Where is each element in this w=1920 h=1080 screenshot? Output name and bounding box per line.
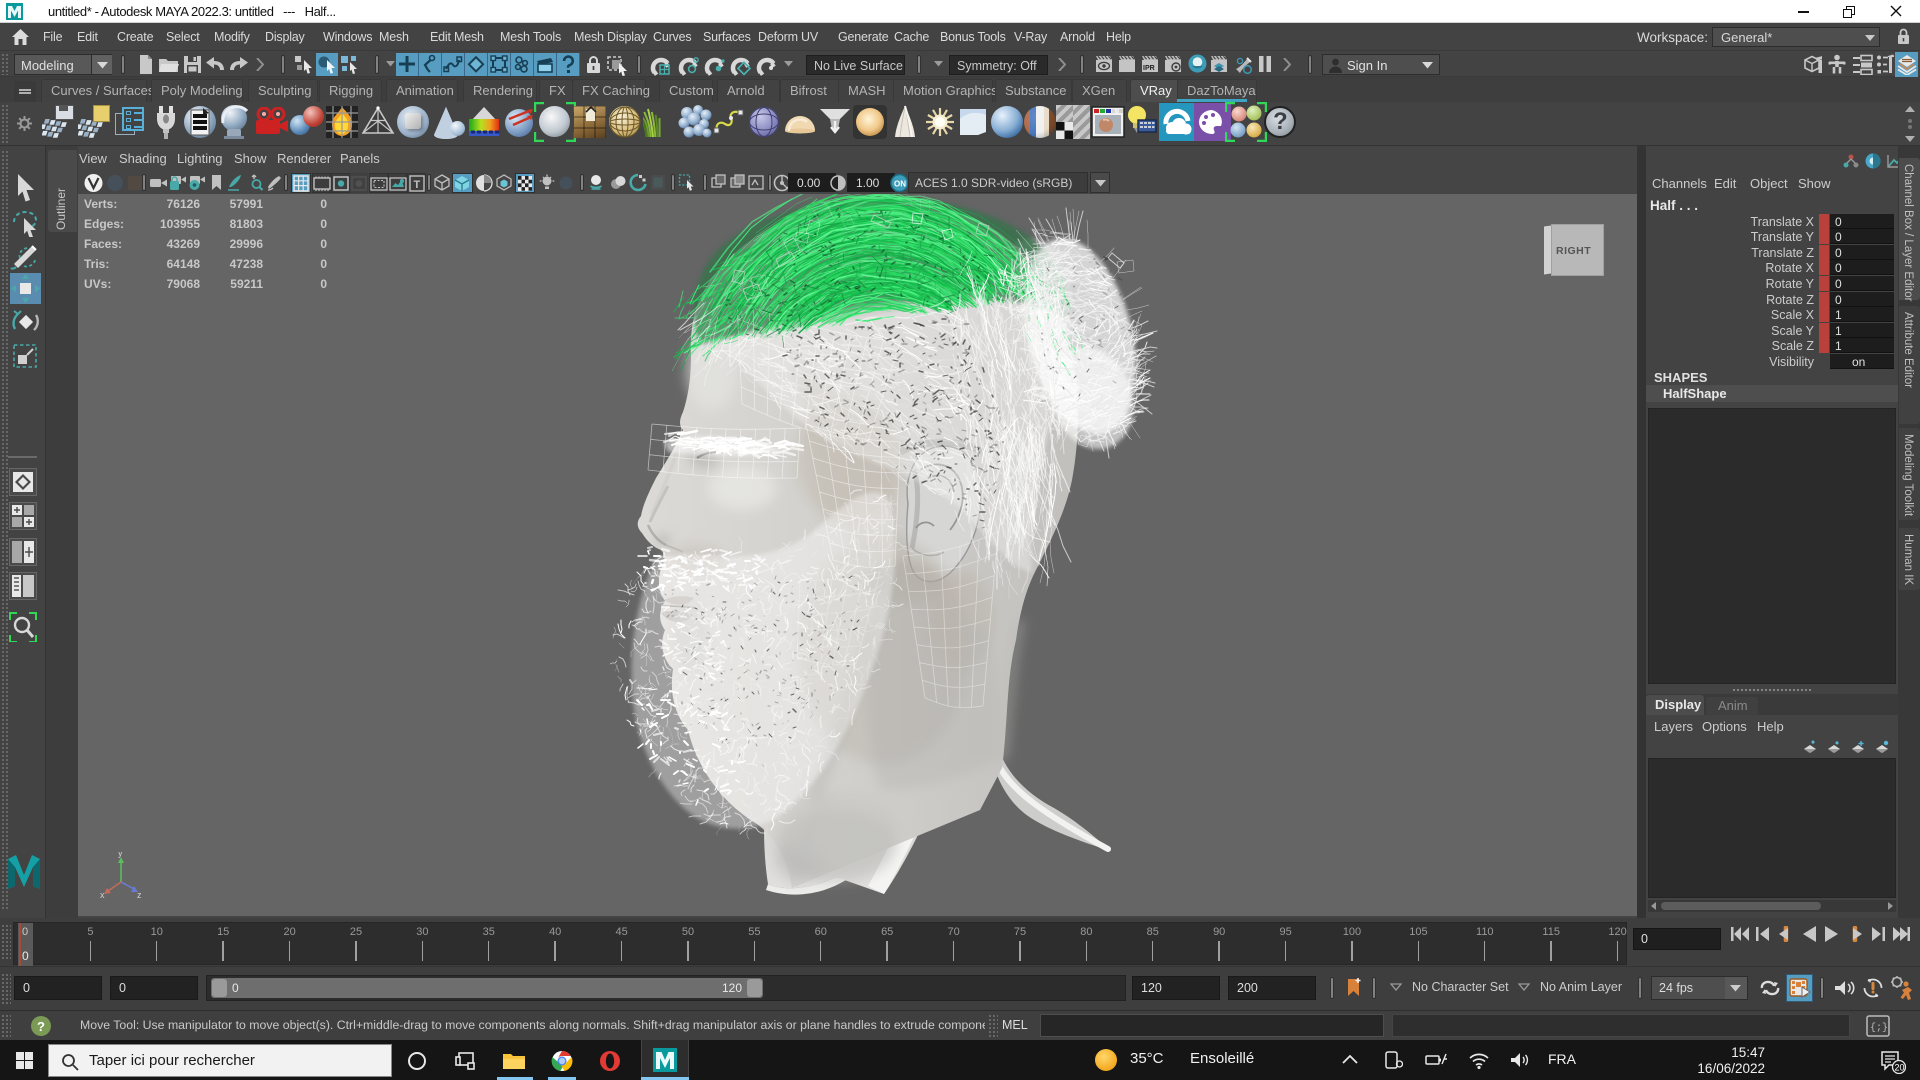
svg-text:ON: ON [894, 180, 906, 189]
svg-text:20: 20 [1895, 1063, 1905, 1073]
svg-text:?: ? [37, 1019, 45, 1034]
svg-text:{;}: {;} [1870, 1022, 1888, 1034]
svg-text:T: T [414, 179, 421, 191]
svg-text:IPR: IPR [1143, 65, 1155, 72]
